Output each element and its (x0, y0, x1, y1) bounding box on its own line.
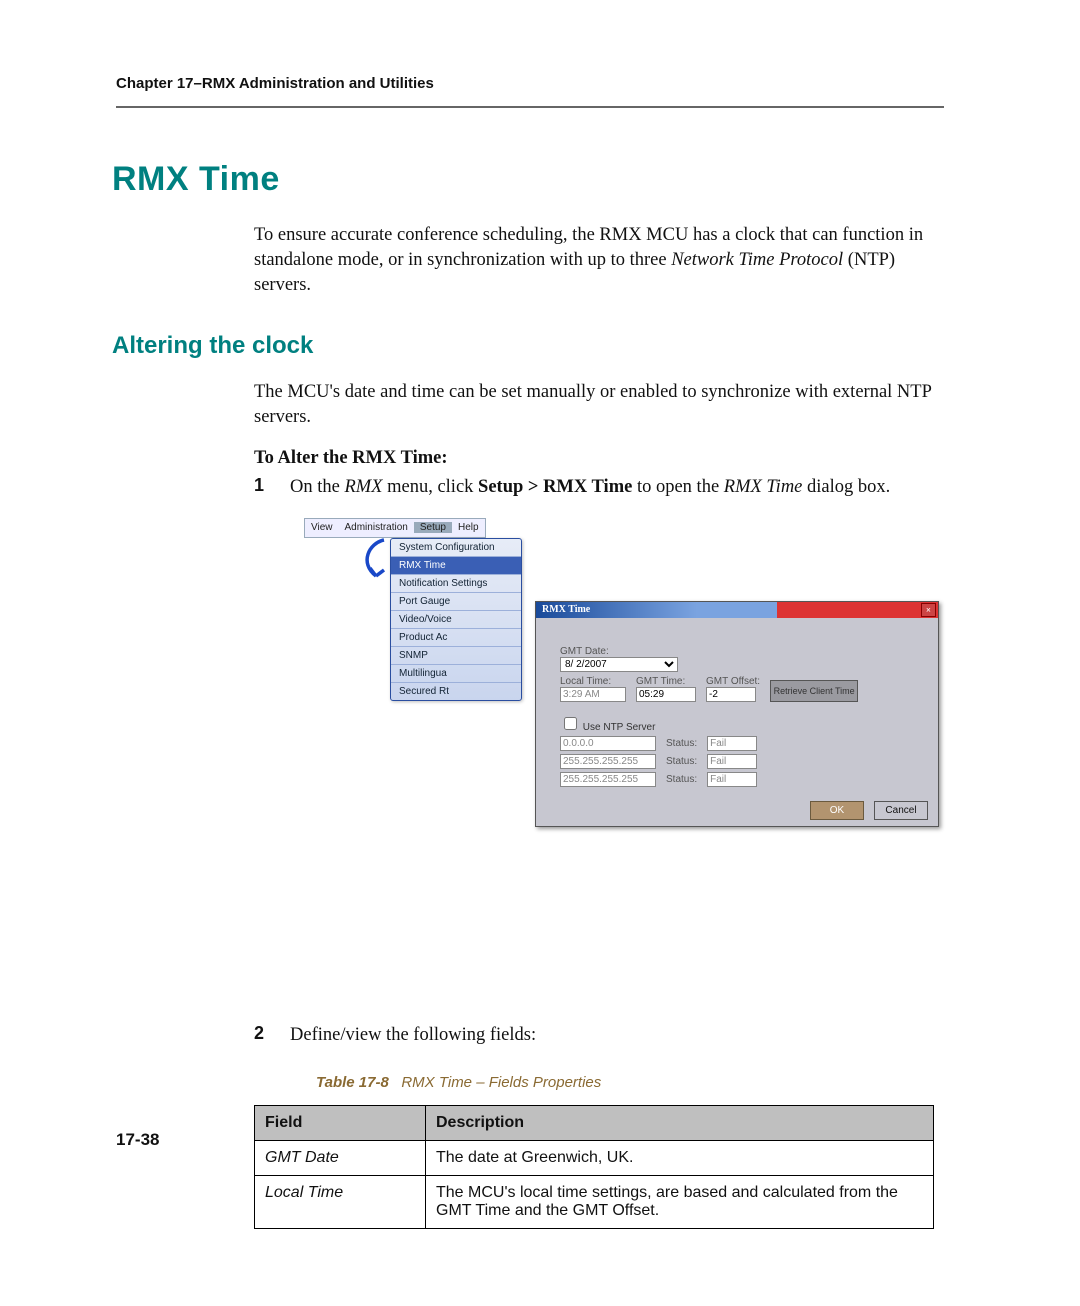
header-rule (116, 106, 944, 108)
table-caption: Table 17-8 RMX Time – Fields Properties (316, 1074, 944, 1091)
dropdown-item-system-config[interactable]: System Configuration (391, 539, 521, 557)
page-number: 17-38 (116, 1130, 159, 1150)
use-ntp-checkbox[interactable]: Use NTP Server (560, 722, 655, 733)
procedure-list-cont: 2 Define/view the following fields: (254, 1023, 944, 1048)
dropdown-item-rmx-time[interactable]: RMX Time (391, 557, 521, 575)
menu-setup[interactable]: Setup (414, 522, 452, 533)
table-caption-text: RMX Time – Fields Properties (401, 1074, 601, 1091)
ntp-status-label-3: Status: (666, 774, 697, 785)
ok-button[interactable]: OK (810, 801, 864, 820)
menu-administration[interactable]: Administration (339, 522, 414, 533)
ntp-status-1 (707, 736, 757, 751)
step-number: 1 (254, 475, 264, 496)
retrieve-client-time-button[interactable]: Retrieve Client Time (770, 680, 858, 702)
ntp-status-3 (707, 772, 757, 787)
cell-field: Local Time (255, 1175, 426, 1228)
intro-ntp-em: Network Time Protocol (671, 250, 843, 270)
use-ntp-checkbox-input[interactable] (564, 717, 577, 730)
ntp-row-3: Status: (560, 772, 926, 787)
ntp-status-2 (707, 754, 757, 769)
step-number: 2 (254, 1023, 264, 1044)
ntp-status-label-2: Status: (666, 756, 697, 767)
ntp-row-2: Status: (560, 754, 926, 769)
ntp-row-1: Status: (560, 736, 926, 751)
ntp-addr-2 (560, 754, 656, 769)
dropdown-item-multilingual[interactable]: Multilingua (391, 665, 521, 683)
th-field: Field (255, 1105, 426, 1140)
cell-description: The MCU's local time settings, are based… (426, 1175, 934, 1228)
dropdown-item-product-ac[interactable]: Product Ac (391, 629, 521, 647)
gmt-date-select[interactable]: 8/ 2/2007 (560, 657, 678, 672)
dropdown-item-snmp[interactable]: SNMP (391, 647, 521, 665)
table-caption-number: Table 17-8 (316, 1074, 389, 1091)
table-row: Local Time The MCU's local time settings… (255, 1175, 934, 1228)
rmx-time-dialog: RMX Time × GMT Date: 8/ 2/2007 Local Tim… (535, 601, 939, 827)
app-menubar: View Administration Setup Help (304, 518, 486, 538)
procedure-heading: To Alter the RMX Time: (254, 448, 944, 469)
step1-em2: RMX Time (724, 477, 803, 497)
step1-strong: Setup > RMX Time (478, 477, 632, 497)
step1-em1: RMX (344, 477, 382, 497)
intro-paragraph: To ensure accurate conference scheduling… (254, 223, 944, 298)
dropdown-item-secured-rt[interactable]: Secured Rt (391, 683, 521, 700)
th-description: Description (426, 1105, 934, 1140)
label-gmt-time: GMT Time: (636, 676, 696, 687)
dropdown-item-notification[interactable]: Notification Settings (391, 575, 521, 593)
table-row: GMT Date The date at Greenwich, UK. (255, 1140, 934, 1175)
cancel-button[interactable]: Cancel (874, 801, 928, 820)
step1-c: to open the (632, 477, 723, 497)
dialog-titlebar[interactable]: RMX Time × (536, 602, 938, 618)
local-time-input (560, 687, 626, 702)
cell-description: The date at Greenwich, UK. (426, 1140, 934, 1175)
ntp-addr-1 (560, 736, 656, 751)
use-ntp-label: Use NTP Server (583, 722, 656, 733)
gmt-time-input[interactable] (636, 687, 696, 702)
step1-b: menu, click (382, 477, 478, 497)
ntp-status-label-1: Status: (666, 738, 697, 749)
dropdown-item-video-voice[interactable]: Video/Voice (391, 611, 521, 629)
altering-intro: The MCU's date and time can be set manua… (254, 380, 944, 430)
procedure-list: 1 On the RMX menu, click Setup > RMX Tim… (254, 475, 944, 500)
setup-dropdown: System Configuration RMX Time Notificati… (390, 538, 522, 701)
fields-table: Field Description GMT Date The date at G… (254, 1105, 934, 1229)
menu-help[interactable]: Help (452, 522, 485, 533)
gmt-offset-input[interactable] (706, 687, 756, 702)
rmx-time-screenshot: View Administration Setup Help System Co… (304, 518, 864, 1001)
procedure-step-1: 1 On the RMX menu, click Setup > RMX Tim… (254, 475, 944, 500)
section-heading-rmx-time: RMX Time (112, 160, 944, 199)
dialog-title: RMX Time (542, 604, 590, 615)
menu-view[interactable]: View (305, 522, 339, 533)
label-local-time: Local Time: (560, 676, 626, 687)
procedure-step-2: 2 Define/view the following fields: (254, 1023, 944, 1048)
step2-text: Define/view the following fields: (290, 1025, 536, 1045)
label-gmt-date: GMT Date: (560, 646, 926, 657)
ntp-addr-3 (560, 772, 656, 787)
close-icon[interactable]: × (921, 603, 936, 617)
step1-d: dialog box. (802, 477, 890, 497)
subheading-altering-clock: Altering the clock (112, 332, 944, 360)
cell-field: GMT Date (255, 1140, 426, 1175)
running-header: Chapter 17–RMX Administration and Utilit… (116, 75, 944, 92)
dropdown-item-port-gauge[interactable]: Port Gauge (391, 593, 521, 611)
step1-a: On the (290, 477, 344, 497)
label-gmt-offset: GMT Offset: (706, 676, 760, 687)
